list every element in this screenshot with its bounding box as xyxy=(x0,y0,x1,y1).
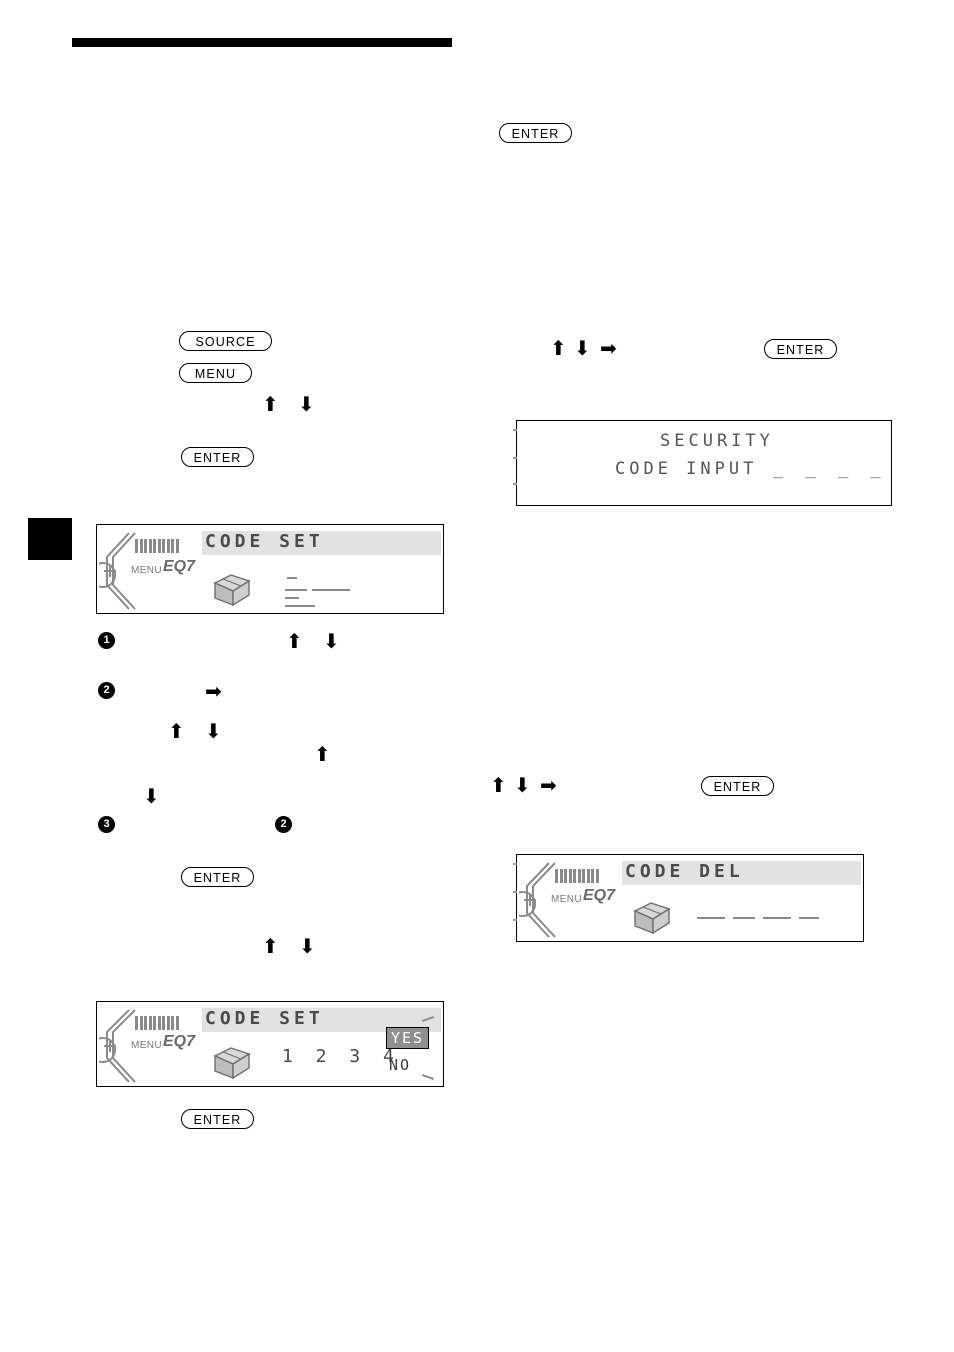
cube-icon xyxy=(213,574,251,607)
up-arrow-icon xyxy=(168,721,185,741)
display-mark xyxy=(287,577,297,579)
eq-bars-icon xyxy=(555,865,599,883)
eq-indicator-label: EQ7 xyxy=(163,1033,196,1050)
display-security-code-input: SECURITY CODE INPUT _ _ _ _ xyxy=(513,420,892,506)
enter-button-left-2[interactable]: ENTER xyxy=(181,867,254,887)
up-arrow-icon xyxy=(314,744,331,764)
display-edge-tick xyxy=(513,457,517,459)
eq-indicator-label: EQ7 xyxy=(163,558,196,575)
manual-page: ENTER SOURCE MENU ENTER MENU EQ7 xyxy=(0,0,954,1352)
display-code-del: MENU EQ7 CODE DEL xyxy=(513,854,864,942)
down-arrow-icon xyxy=(323,631,340,651)
menu-indicator-label: MENU xyxy=(131,565,163,576)
right-arrow-icon xyxy=(205,681,222,701)
source-button[interactable]: SOURCE xyxy=(179,331,272,351)
right-arrow-icon xyxy=(540,775,557,795)
display-mark xyxy=(422,1074,434,1080)
enter-button-right-2[interactable]: ENTER xyxy=(701,776,774,796)
display-edge-tick xyxy=(513,483,517,485)
yes-option-highlighted[interactable]: YES xyxy=(386,1027,430,1049)
down-arrow-icon xyxy=(143,786,160,806)
cube-icon xyxy=(213,1047,251,1080)
display-title-code-set: CODE SET xyxy=(205,531,324,552)
display-title-code-del: CODE DEL xyxy=(625,861,744,882)
step-bullet-2: 2 xyxy=(98,682,115,699)
down-arrow-icon xyxy=(514,775,531,795)
enter-button-left-3[interactable]: ENTER xyxy=(181,1109,254,1129)
step-bullet-1: 1 xyxy=(98,632,115,649)
step-bullet-3: 3 xyxy=(98,816,115,833)
enter-button-left-1[interactable]: ENTER xyxy=(181,447,254,467)
down-arrow-icon xyxy=(205,721,222,741)
display-mark xyxy=(312,589,350,591)
display-title-code-set-confirm: CODE SET xyxy=(205,1008,324,1029)
cube-icon xyxy=(633,902,671,935)
eq-indicator-label: EQ7 xyxy=(583,887,616,904)
enter-button-right-1[interactable]: ENTER xyxy=(764,339,837,359)
step-bullet-2-reference: 2 xyxy=(275,816,292,833)
display-mark xyxy=(285,605,315,607)
up-arrow-icon xyxy=(262,936,279,956)
display-edge-tick xyxy=(513,891,517,893)
up-arrow-icon xyxy=(262,394,279,414)
security-line-1: SECURITY xyxy=(660,431,774,451)
code-digits: 1 2 3 4 xyxy=(282,1046,400,1067)
display-mark xyxy=(285,589,307,591)
display-mark xyxy=(285,597,299,599)
up-arrow-icon xyxy=(286,631,303,651)
display-edge-tick xyxy=(513,429,517,431)
display-mark xyxy=(733,917,755,919)
security-code-placeholder: _ _ _ _ xyxy=(773,459,887,479)
down-arrow-icon xyxy=(299,936,316,956)
display-code-set-confirm: MENU EQ7 CODE SET 1 2 3 4 YES NO xyxy=(96,1001,444,1087)
menu-indicator-label: MENU xyxy=(551,894,583,905)
display-mark xyxy=(763,917,791,919)
up-arrow-icon xyxy=(490,775,507,795)
right-arrow-icon xyxy=(600,338,617,358)
down-arrow-icon xyxy=(298,394,315,414)
menu-indicator-label: MENU xyxy=(131,1040,163,1051)
display-code-set: MENU EQ7 CODE SET xyxy=(96,524,444,614)
enter-button-top-right[interactable]: ENTER xyxy=(499,123,572,143)
menu-button[interactable]: MENU xyxy=(179,363,252,383)
security-line-2: CODE INPUT xyxy=(615,459,758,479)
display-mark xyxy=(697,917,725,919)
eq-bars-icon xyxy=(135,1012,179,1030)
up-arrow-icon xyxy=(550,338,567,358)
no-option[interactable]: NO xyxy=(389,1056,411,1074)
display-mark xyxy=(799,917,819,919)
display-edge-tick xyxy=(513,919,517,921)
down-arrow-icon xyxy=(574,338,591,358)
display-edge-tick xyxy=(513,863,517,865)
header-rule xyxy=(72,38,452,47)
eq-bars-icon xyxy=(135,535,179,553)
page-side-tab xyxy=(28,518,72,560)
